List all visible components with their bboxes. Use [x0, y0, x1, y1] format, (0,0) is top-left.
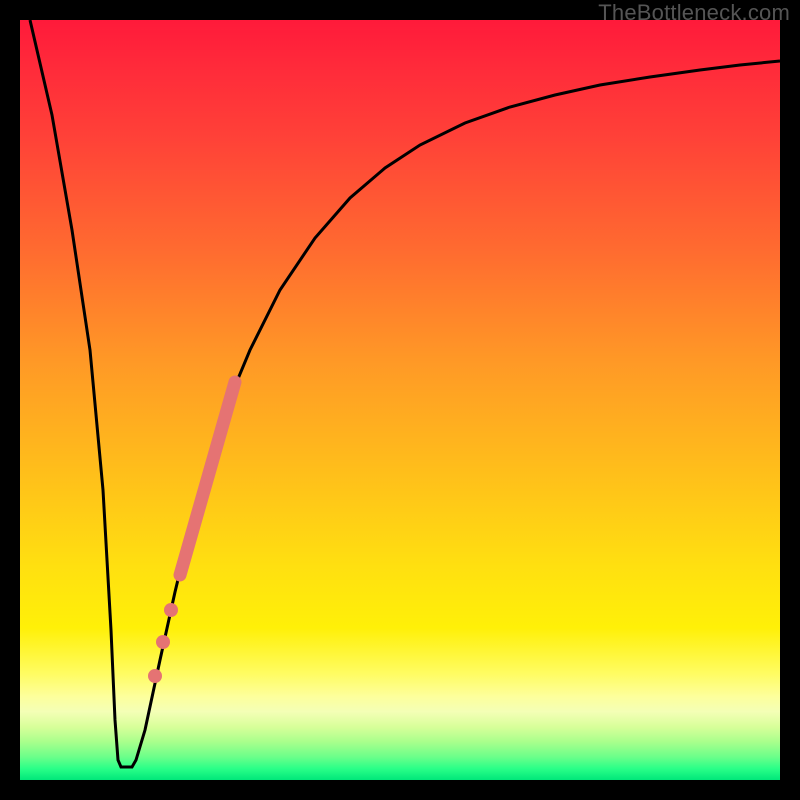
highlight-dot — [156, 635, 170, 649]
plot-area — [20, 20, 780, 780]
chart-frame: TheBottleneck.com — [0, 0, 800, 800]
watermark-text: TheBottleneck.com — [598, 0, 790, 26]
highlight-line — [180, 382, 235, 575]
curve-layer — [20, 20, 780, 780]
highlight-dot — [164, 603, 178, 617]
highlight-dot — [148, 669, 162, 683]
bottleneck-curve — [30, 20, 780, 767]
